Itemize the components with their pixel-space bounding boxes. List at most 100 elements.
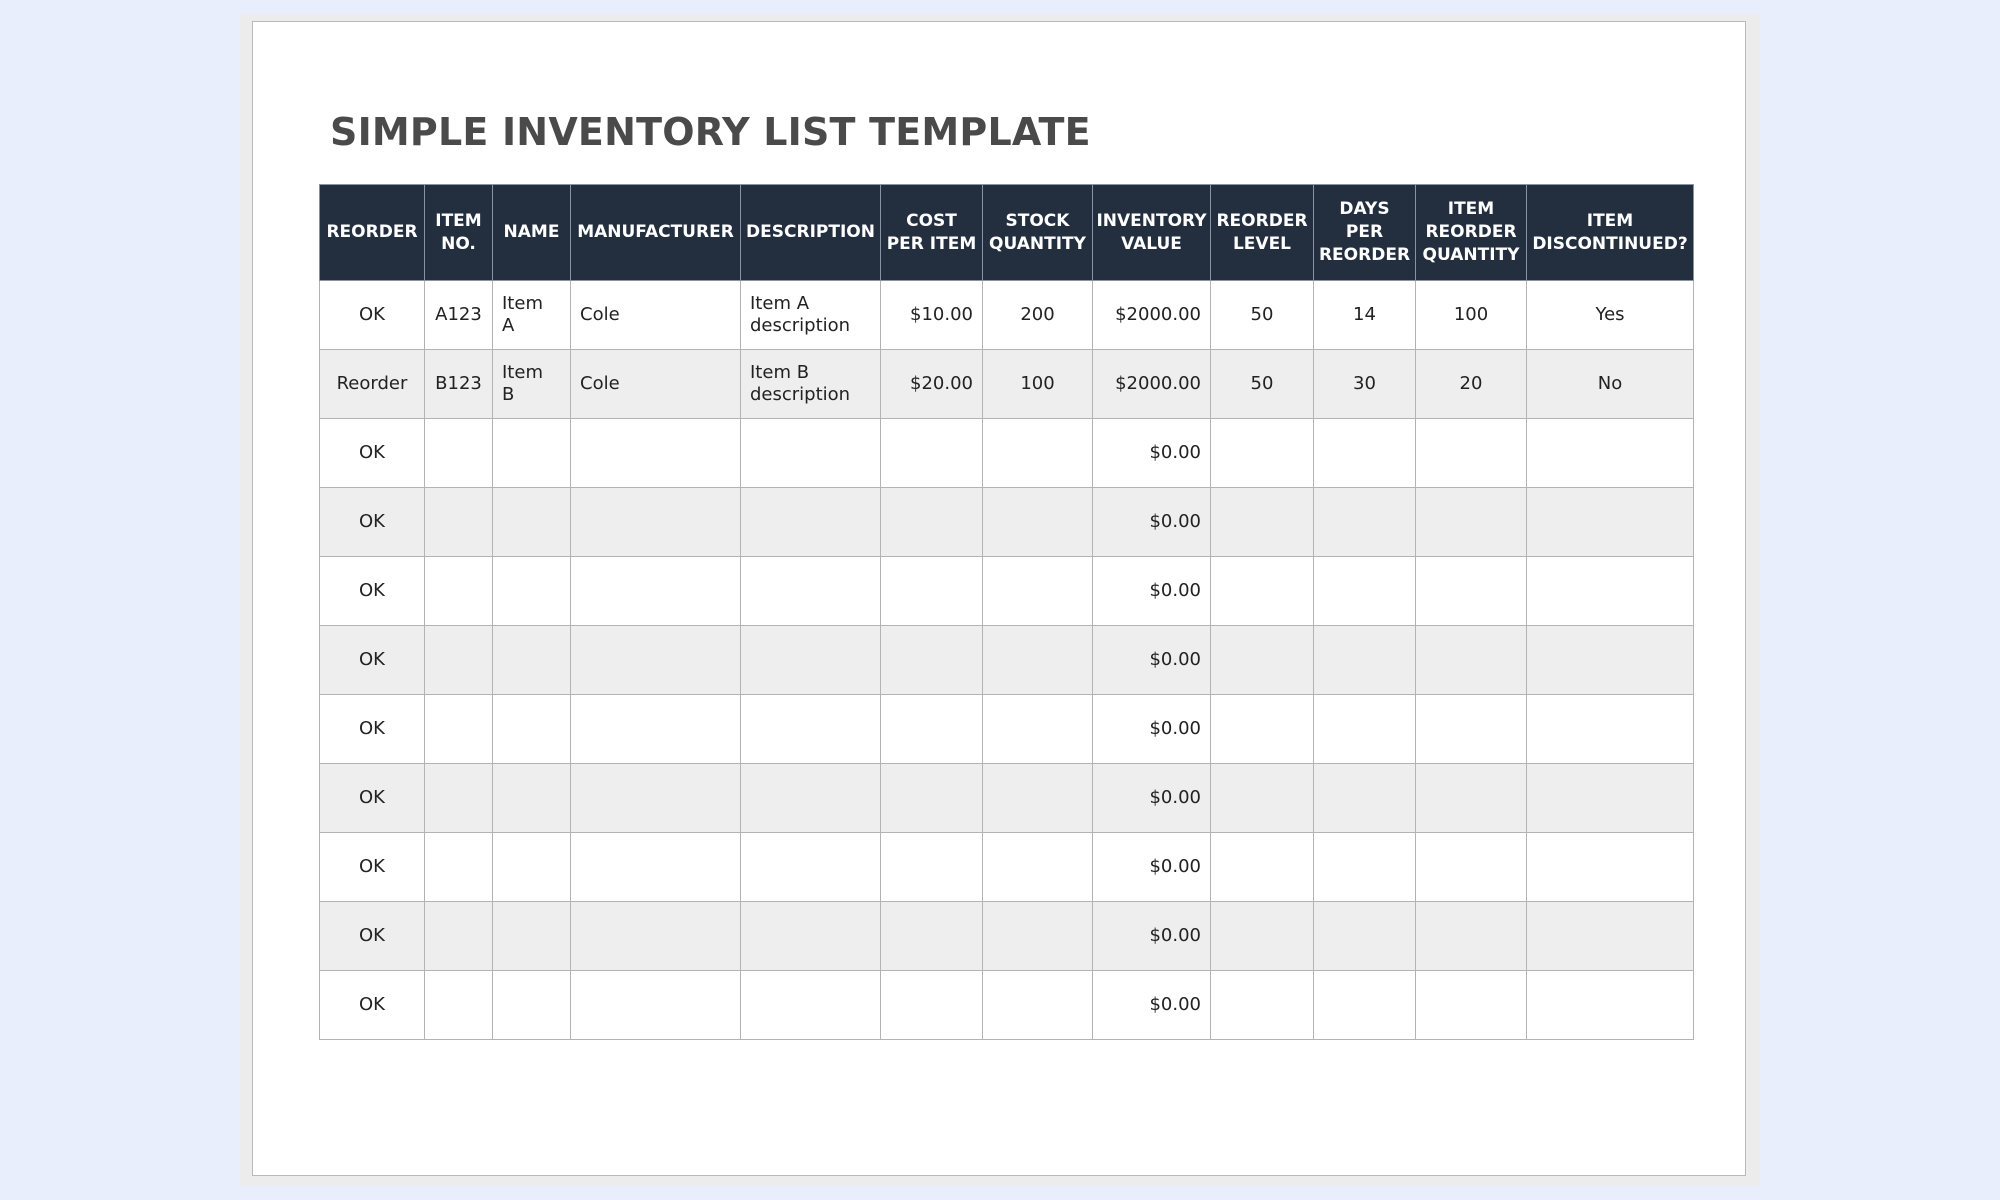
cell-item-reorder-quantity[interactable] <box>1415 694 1527 764</box>
cell-reorder[interactable]: OK <box>319 832 425 902</box>
cell-reorder[interactable]: OK <box>319 625 425 695</box>
cell-stock-quantity[interactable] <box>982 694 1093 764</box>
cell-days-per-reorder[interactable] <box>1313 694 1416 764</box>
cell-cost-per-item[interactable]: $10.00 <box>880 280 983 350</box>
cell-stock-quantity[interactable]: 100 <box>982 349 1093 419</box>
cell-manufacturer[interactable] <box>570 418 741 488</box>
cell-manufacturer[interactable] <box>570 556 741 626</box>
cell-item-discontinued[interactable]: No <box>1526 349 1694 419</box>
cell-inventory-value[interactable]: $0.00 <box>1092 763 1211 833</box>
cell-inventory-value[interactable]: $0.00 <box>1092 487 1211 557</box>
cell-item-no[interactable] <box>424 763 493 833</box>
cell-stock-quantity[interactable] <box>982 832 1093 902</box>
cell-name[interactable] <box>492 487 571 557</box>
cell-manufacturer[interactable] <box>570 970 741 1040</box>
cell-description[interactable] <box>740 418 881 488</box>
cell-stock-quantity[interactable] <box>982 418 1093 488</box>
cell-reorder[interactable]: OK <box>319 901 425 971</box>
cell-item-no[interactable] <box>424 832 493 902</box>
cell-manufacturer[interactable]: Cole <box>570 280 741 350</box>
cell-item-discontinued[interactable] <box>1526 832 1694 902</box>
cell-manufacturer[interactable]: Cole <box>570 349 741 419</box>
cell-name[interactable] <box>492 556 571 626</box>
cell-description[interactable]: Item Adescription <box>740 280 881 350</box>
cell-reorder-level[interactable] <box>1210 970 1314 1040</box>
cell-inventory-value[interactable]: $0.00 <box>1092 832 1211 902</box>
cell-days-per-reorder[interactable] <box>1313 625 1416 695</box>
cell-days-per-reorder[interactable] <box>1313 832 1416 902</box>
cell-item-reorder-quantity[interactable]: 20 <box>1415 349 1527 419</box>
cell-description[interactable] <box>740 556 881 626</box>
cell-reorder-level[interactable] <box>1210 832 1314 902</box>
cell-cost-per-item[interactable] <box>880 832 983 902</box>
cell-item-discontinued[interactable] <box>1526 694 1694 764</box>
cell-stock-quantity[interactable]: 200 <box>982 280 1093 350</box>
cell-name[interactable] <box>492 625 571 695</box>
cell-item-no[interactable] <box>424 901 493 971</box>
cell-reorder-level[interactable] <box>1210 487 1314 557</box>
cell-days-per-reorder[interactable] <box>1313 901 1416 971</box>
cell-name[interactable] <box>492 763 571 833</box>
cell-item-discontinued[interactable] <box>1526 625 1694 695</box>
cell-item-reorder-quantity[interactable] <box>1415 763 1527 833</box>
cell-inventory-value[interactable]: $0.00 <box>1092 625 1211 695</box>
cell-item-discontinued[interactable] <box>1526 556 1694 626</box>
cell-reorder[interactable]: OK <box>319 970 425 1040</box>
cell-item-reorder-quantity[interactable] <box>1415 970 1527 1040</box>
cell-item-no[interactable]: A123 <box>424 280 493 350</box>
cell-name[interactable]: Item B <box>492 349 571 419</box>
cell-manufacturer[interactable] <box>570 901 741 971</box>
cell-name[interactable] <box>492 970 571 1040</box>
cell-reorder-level[interactable] <box>1210 625 1314 695</box>
cell-item-no[interactable] <box>424 418 493 488</box>
cell-manufacturer[interactable] <box>570 832 741 902</box>
cell-inventory-value[interactable]: $0.00 <box>1092 970 1211 1040</box>
cell-description[interactable] <box>740 625 881 695</box>
cell-description[interactable] <box>740 487 881 557</box>
cell-item-discontinued[interactable] <box>1526 970 1694 1040</box>
cell-item-no[interactable] <box>424 487 493 557</box>
cell-inventory-value[interactable]: $0.00 <box>1092 694 1211 764</box>
cell-reorder[interactable]: OK <box>319 763 425 833</box>
cell-item-reorder-quantity[interactable] <box>1415 832 1527 902</box>
cell-reorder[interactable]: OK <box>319 280 425 350</box>
cell-reorder-level[interactable] <box>1210 418 1314 488</box>
cell-reorder-level[interactable]: 50 <box>1210 349 1314 419</box>
cell-days-per-reorder[interactable] <box>1313 556 1416 626</box>
cell-reorder-level[interactable] <box>1210 763 1314 833</box>
cell-item-no[interactable]: B123 <box>424 349 493 419</box>
cell-item-discontinued[interactable]: Yes <box>1526 280 1694 350</box>
cell-cost-per-item[interactable] <box>880 418 983 488</box>
cell-reorder-level[interactable]: 50 <box>1210 280 1314 350</box>
cell-name[interactable] <box>492 418 571 488</box>
cell-reorder[interactable]: OK <box>319 487 425 557</box>
cell-stock-quantity[interactable] <box>982 556 1093 626</box>
cell-description[interactable] <box>740 694 881 764</box>
cell-manufacturer[interactable] <box>570 694 741 764</box>
cell-cost-per-item[interactable] <box>880 970 983 1040</box>
cell-stock-quantity[interactable] <box>982 625 1093 695</box>
cell-item-reorder-quantity[interactable] <box>1415 487 1527 557</box>
cell-reorder[interactable]: Reorder <box>319 349 425 419</box>
cell-days-per-reorder[interactable] <box>1313 418 1416 488</box>
cell-stock-quantity[interactable] <box>982 901 1093 971</box>
cell-name[interactable] <box>492 694 571 764</box>
cell-item-reorder-quantity[interactable] <box>1415 625 1527 695</box>
cell-inventory-value[interactable]: $0.00 <box>1092 901 1211 971</box>
cell-manufacturer[interactable] <box>570 625 741 695</box>
cell-cost-per-item[interactable] <box>880 556 983 626</box>
cell-item-discontinued[interactable] <box>1526 418 1694 488</box>
cell-stock-quantity[interactable] <box>982 487 1093 557</box>
cell-item-reorder-quantity[interactable] <box>1415 901 1527 971</box>
cell-days-per-reorder[interactable] <box>1313 487 1416 557</box>
cell-cost-per-item[interactable] <box>880 901 983 971</box>
cell-description[interactable] <box>740 763 881 833</box>
cell-description[interactable] <box>740 832 881 902</box>
cell-cost-per-item[interactable] <box>880 694 983 764</box>
cell-item-no[interactable] <box>424 694 493 764</box>
cell-item-discontinued[interactable] <box>1526 487 1694 557</box>
cell-item-no[interactable] <box>424 556 493 626</box>
cell-days-per-reorder[interactable]: 30 <box>1313 349 1416 419</box>
cell-manufacturer[interactable] <box>570 487 741 557</box>
cell-item-reorder-quantity[interactable] <box>1415 418 1527 488</box>
